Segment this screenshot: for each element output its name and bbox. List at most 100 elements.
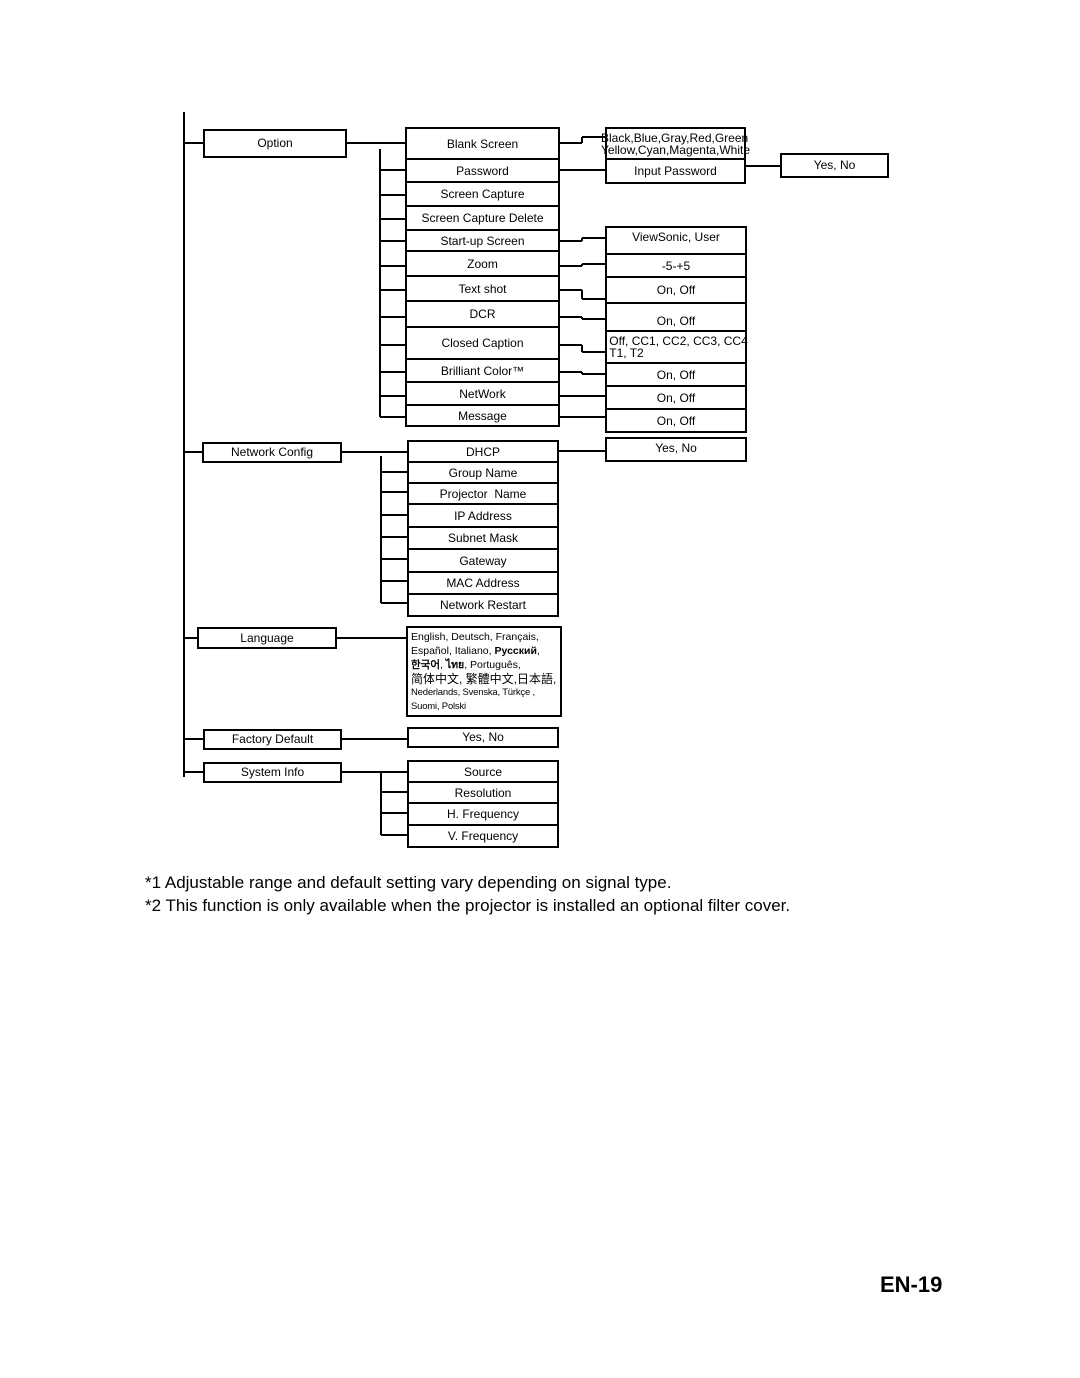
option-item-label: Zoom — [467, 256, 498, 271]
option-item-brilliant-color: Brilliant Color™ — [407, 360, 558, 383]
language-line: Suomi, Polski — [411, 700, 557, 714]
option-values-top: Black,Blue,Gray,Red,Green Yellow,Cyan,Ma… — [601, 127, 750, 184]
footnote-1: *1 Adjustable range and default setting … — [145, 873, 672, 892]
blank-screen-value: Black,Blue,Gray,Red,Green Yellow,Cyan,Ma… — [601, 129, 750, 160]
option-item-label: Text shot — [458, 281, 507, 296]
menu-system-info: System Info — [203, 762, 342, 783]
dhcp-value: Yes, No — [605, 437, 747, 462]
system-info-v-frequency: V. Frequency — [409, 826, 557, 848]
language-options: English, Deutsch, Français, Español, Ita… — [406, 626, 562, 717]
system-info-label: V. Frequency — [447, 829, 519, 843]
network-item-label: Projector Name — [439, 486, 527, 501]
network-item-dhcp: DHCP — [409, 442, 557, 463]
language-line: English, Deutsch, Français, — [411, 630, 557, 644]
value-text: On, Off — [656, 413, 696, 428]
menu-network-config: Network Config — [202, 442, 342, 463]
language-text: , Português, — [464, 659, 521, 671]
option-item-label: NetWork — [459, 386, 506, 401]
factory-default-value: Yes, No — [407, 727, 559, 748]
network-item-group-name: Group Name — [409, 463, 557, 484]
language-line: Nederlands, Svenska, Türkçe , — [411, 686, 557, 700]
language-russian: Русский — [494, 645, 537, 657]
menu-language-label: Language — [240, 630, 294, 645]
network-item-ip-address: IP Address — [409, 505, 557, 528]
zoom-value: -5-+5 — [607, 255, 745, 278]
network-value: On, Off — [607, 387, 745, 410]
value-text: Black,Blue,Gray,Red,Green Yellow,Cyan,Ma… — [601, 130, 750, 157]
option-item-label: DCR — [469, 307, 496, 321]
system-info-source: Source — [409, 762, 557, 783]
option-item-dcr: DCR — [407, 302, 558, 328]
language-text: Suomi, Polski — [411, 701, 466, 712]
option-item-text-shot: Text shot — [407, 277, 558, 302]
option-items: Blank Screen Password Screen Capture Scr… — [405, 127, 560, 427]
option-item-startup-screen: Start-up Screen — [407, 231, 558, 252]
language-text: English, Deutsch, Français, — [411, 631, 539, 643]
system-info-label: H. Frequency — [446, 807, 520, 821]
password-value: Input Password — [607, 160, 744, 184]
option-item-closed-caption: Closed Caption — [407, 328, 558, 360]
system-info-h-frequency: H. Frequency — [409, 804, 557, 826]
network-item-mac-address: MAC Address — [409, 573, 557, 595]
option-item-zoom: Zoom — [407, 252, 558, 277]
value-text: Yes, No — [813, 158, 856, 172]
option-item-label: Message — [458, 408, 507, 423]
network-item-label: Subnet Mask — [447, 531, 519, 545]
option-item-label: Brilliant Color™ — [440, 363, 525, 378]
network-item-label: Group Name — [448, 465, 518, 480]
language-text: Español, Italiano, — [411, 645, 495, 657]
menu-language: Language — [197, 627, 337, 649]
system-info-label: Source — [463, 764, 503, 779]
network-item-network-restart: Network Restart — [409, 595, 557, 617]
option-item-screen-capture: Screen Capture — [407, 183, 558, 207]
network-item-label: DHCP — [465, 444, 500, 459]
value-text: On, Off — [656, 283, 696, 297]
option-item-message: Message — [407, 406, 558, 427]
menu-option-label: Option — [257, 136, 293, 150]
value-text: ViewSonic, User — [632, 230, 720, 244]
system-info-items: Source Resolution H. Frequency V. Freque… — [407, 760, 559, 848]
system-info-label: Resolution — [454, 785, 512, 800]
network-item-label: MAC Address — [446, 576, 520, 590]
network-item-subnet-mask: Subnet Mask — [409, 528, 557, 550]
language-line: 한국어, ไทย, Português, — [411, 659, 521, 671]
closed-caption-value: Off, CC1, CC2, CC3, CC4 T1, T2 — [607, 332, 748, 364]
value-text: Yes, No — [655, 441, 697, 455]
dcr-value: On, Off — [607, 304, 745, 332]
value-text: Input Password — [634, 164, 717, 178]
password-sub-value: Yes, No — [780, 153, 889, 178]
value-text: On, Off — [656, 314, 696, 328]
option-item-label: Password — [456, 163, 509, 178]
system-info-resolution: Resolution — [409, 783, 557, 804]
network-item-label: Network Restart — [439, 598, 527, 612]
option-item-label: Screen Capture — [440, 187, 525, 201]
value-text: Yes, No — [462, 730, 504, 744]
network-config-items: DHCP Group Name Projector Name IP Addres… — [407, 440, 559, 617]
option-item-label: Closed Caption — [441, 336, 524, 350]
value-text: On, Off — [656, 390, 696, 405]
language-line: 简体中文, 繁體中文,日本語, — [411, 672, 557, 686]
option-item-password: Password — [407, 160, 558, 183]
option-item-label: Blank Screen — [446, 136, 519, 151]
brilliant-color-value: On, Off — [607, 364, 745, 387]
text-shot-value: On, Off — [607, 278, 745, 304]
option-item-screen-capture-delete: Screen Capture Delete — [407, 207, 558, 231]
value-text: On, Off — [656, 367, 696, 382]
option-item-label: Screen Capture Delete — [421, 211, 544, 225]
page-number: EN-19 — [880, 1272, 943, 1297]
network-item-projector-name: Projector Name — [409, 484, 557, 505]
option-item-blank-screen: Blank Screen — [407, 129, 558, 160]
option-item-network: NetWork — [407, 383, 558, 406]
language-korean: 한국어 — [411, 659, 440, 671]
message-value: On, Off — [607, 410, 745, 433]
value-text: -5-+5 — [661, 258, 691, 273]
menu-factory-default-label: Factory Default — [231, 732, 314, 746]
menu-system-info-label: System Info — [240, 765, 305, 779]
footnote-2: *2 This function is only available when … — [145, 896, 791, 915]
startup-screen-value: ViewSonic, User — [607, 228, 745, 255]
language-cjk: 简体中文, 繁體中文,日本語, — [411, 672, 557, 686]
language-line: Español, Italiano, Русский, — [411, 645, 540, 657]
network-item-gateway: Gateway — [409, 550, 557, 573]
option-values-bottom: ViewSonic, User -5-+5 On, Off On, Off Of… — [605, 226, 748, 433]
language-thai: ไทย — [445, 659, 465, 671]
